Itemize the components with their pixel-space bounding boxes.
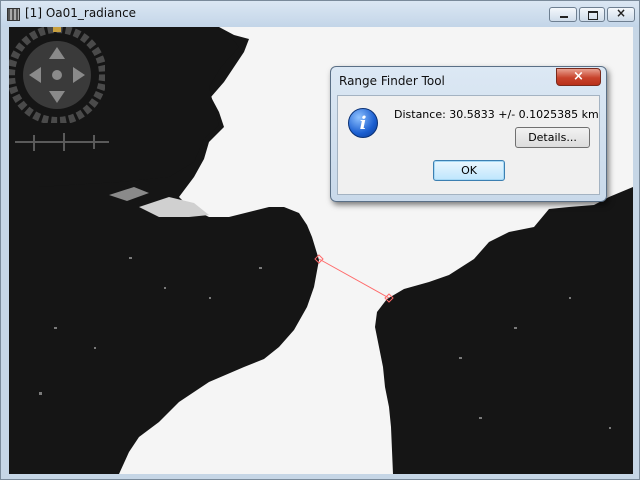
minimize-button[interactable] xyxy=(549,7,577,22)
details-button[interactable]: Details... xyxy=(515,127,590,148)
window-title: [1] Oa01_radiance xyxy=(25,6,137,20)
maximize-button[interactable] xyxy=(579,7,605,22)
window-titlebar[interactable]: [1] Oa01_radiance × xyxy=(1,1,639,27)
ok-button[interactable]: OK xyxy=(433,160,505,181)
maximize-icon xyxy=(588,11,598,20)
close-icon: × xyxy=(573,69,584,84)
close-button[interactable]: × xyxy=(607,6,635,22)
dialog-close-button[interactable]: × xyxy=(556,68,601,86)
dialog-title: Range Finder Tool xyxy=(339,74,445,88)
range-finder-dialog: Range Finder Tool × i Distance: 30.5833 … xyxy=(330,66,607,202)
close-icon: × xyxy=(615,6,627,20)
image-view-window: [1] Oa01_radiance × Range Finder Tool × … xyxy=(0,0,640,480)
distance-message: Distance: 30.5833 +/- 0.1025385 km xyxy=(394,108,599,121)
minimize-icon xyxy=(560,16,568,18)
information-icon: i xyxy=(348,108,378,138)
pan-navigation-control[interactable] xyxy=(9,27,105,123)
app-icon xyxy=(7,8,20,21)
pan-center-icon[interactable] xyxy=(52,70,62,80)
dialog-body: i Distance: 30.5833 +/- 0.1025385 km Det… xyxy=(337,95,600,195)
